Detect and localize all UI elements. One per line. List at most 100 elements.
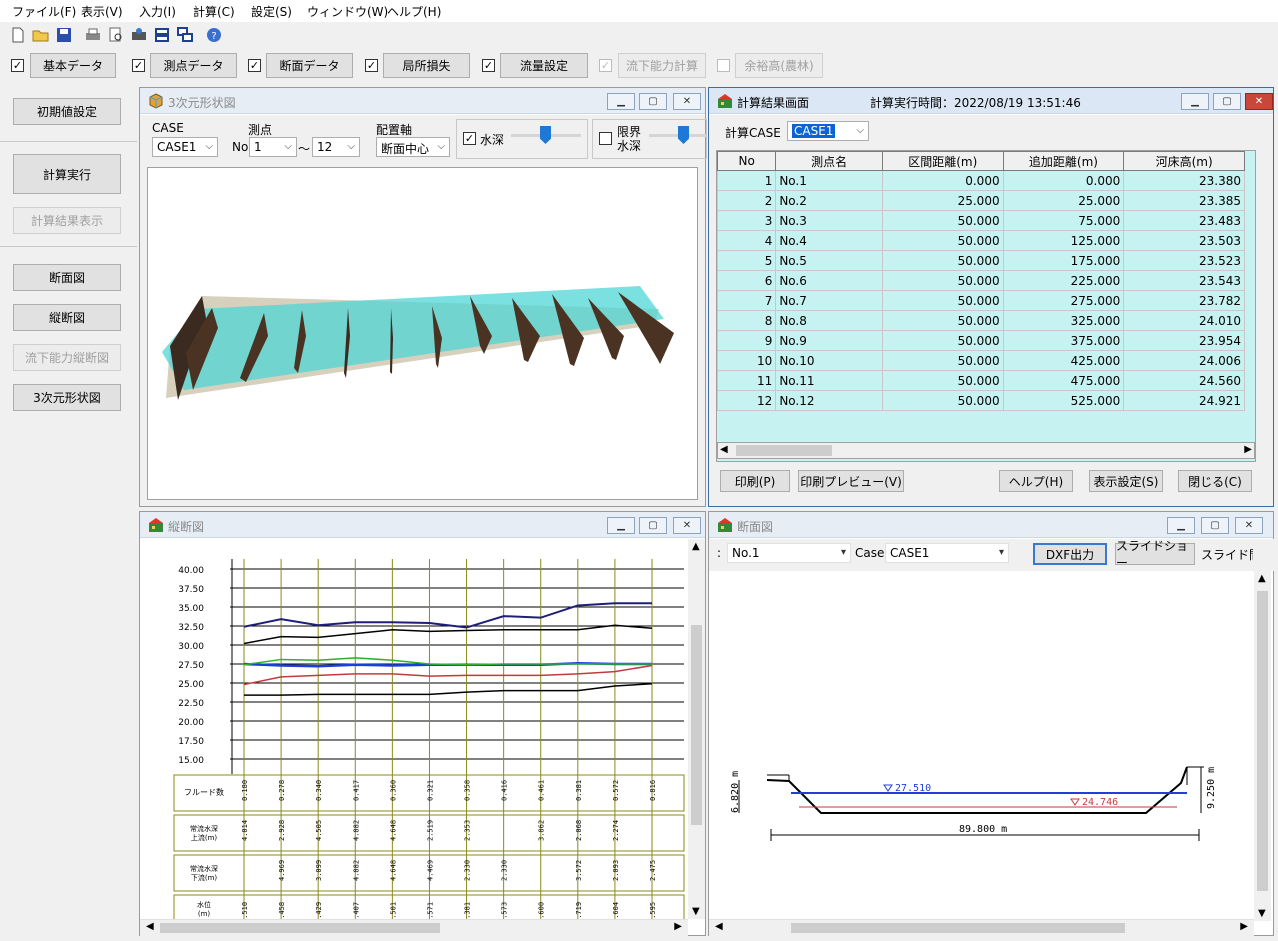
cell-bed-height[interactable]: 24.921: [1123, 390, 1245, 411]
results-hscrollbar[interactable]: ◀ ▶: [717, 442, 1255, 459]
depth-slider-thumb[interactable]: [540, 126, 551, 144]
step-sections-button[interactable]: 断面データ: [266, 53, 353, 78]
depth-checkbox[interactable]: ✓: [463, 132, 476, 145]
scroll-thumb[interactable]: [791, 923, 1125, 933]
minimize-button[interactable]: ▁: [607, 93, 635, 110]
case-select[interactable]: CASE1 ⌵: [152, 137, 218, 157]
cell-station[interactable]: No.11: [775, 370, 883, 391]
cell-no[interactable]: 4: [717, 230, 777, 251]
step-sections-checkbox[interactable]: ✓: [248, 59, 261, 72]
cell-bed-height[interactable]: 23.954: [1123, 330, 1245, 351]
scroll-right-icon[interactable]: ▶: [674, 921, 682, 932]
minimize-button[interactable]: ▁: [1167, 517, 1195, 534]
close-button[interactable]: ✕: [673, 517, 701, 534]
scroll-down-icon[interactable]: ▼: [1258, 908, 1266, 919]
scroll-thumb[interactable]: [1257, 591, 1268, 891]
scroll-right-icon[interactable]: ▶: [1240, 921, 1248, 932]
print-icon[interactable]: [84, 26, 102, 44]
cell-station[interactable]: No.9: [775, 330, 883, 351]
cell-bed-height[interactable]: 23.523: [1123, 250, 1245, 271]
col-no[interactable]: No: [717, 151, 777, 171]
scroll-up-icon[interactable]: ▲: [1258, 573, 1266, 584]
longi-vscrollbar[interactable]: ▲ ▼: [688, 539, 705, 919]
table-row[interactable]: 7 No.7 50.000 275.000 23.782: [717, 290, 1245, 311]
cell-cumulative[interactable]: 175.000: [1002, 250, 1125, 271]
col-station[interactable]: 測点名: [775, 151, 883, 171]
window-results-titlebar[interactable]: 計算結果画面 計算実行時間：2022/08/19 13:51:46 ▁ ▢ ✕: [709, 88, 1273, 114]
display-settings-button[interactable]: 表示設定(S): [1089, 470, 1163, 492]
cell-no[interactable]: 8: [717, 310, 777, 331]
menu-window[interactable]: ウィンドウ(W): [307, 3, 388, 20]
maximize-button[interactable]: ▢: [639, 517, 667, 534]
cell-bed-height[interactable]: 23.503: [1123, 230, 1245, 251]
help-icon[interactable]: ?: [205, 26, 223, 44]
window-3d-titlebar[interactable]: 3次元形状図 ▁ ▢ ✕: [140, 88, 705, 114]
table-row[interactable]: 2 No.2 25.000 25.000 23.385: [717, 190, 1245, 211]
maximize-button[interactable]: ▢: [639, 93, 667, 110]
cell-no[interactable]: 7: [717, 290, 777, 311]
longitudinal-chart[interactable]: 40.00 37.50 35.00 32.50 30.00 27.50 25.00 22.50…: [140, 539, 690, 919]
printer-setup-icon[interactable]: [130, 26, 148, 44]
cell-interval[interactable]: 50.000: [881, 330, 1004, 351]
cell-cumulative[interactable]: 225.000: [1002, 270, 1125, 291]
menu-input[interactable]: 入力(I): [139, 3, 176, 20]
table-row[interactable]: 3 No.3 50.000 75.000 23.483: [717, 210, 1245, 231]
cell-cumulative[interactable]: 325.000: [1002, 310, 1125, 331]
cell-station[interactable]: No.7: [775, 290, 883, 311]
limit-depth-checkbox[interactable]: [599, 132, 612, 145]
cell-interval[interactable]: 50.000: [881, 310, 1004, 331]
table-row[interactable]: 9 No.9 50.000 375.000 23.954: [717, 330, 1245, 351]
cell-interval[interactable]: 50.000: [881, 370, 1004, 391]
cell-interval[interactable]: 50.000: [881, 230, 1004, 251]
table-row[interactable]: 11 No.11 50.000 475.000 24.560: [717, 370, 1245, 391]
cell-interval[interactable]: 50.000: [881, 390, 1004, 411]
results-table[interactable]: No 測点名 区間距離(m) 追加距離(m) 河床高(m) 1 No.1 0.000…: [717, 151, 1245, 411]
cell-station[interactable]: No.12: [775, 390, 883, 411]
cell-cumulative[interactable]: 25.000: [1002, 190, 1125, 211]
step-flow-button[interactable]: 流量設定: [500, 53, 588, 78]
cell-cumulative[interactable]: 0.000: [1002, 170, 1125, 191]
view-3d-canvas[interactable]: [147, 167, 698, 500]
menu-file[interactable]: ファイル(F): [12, 3, 76, 20]
help-button[interactable]: ヘルプ(H): [999, 470, 1073, 492]
cell-station[interactable]: No.10: [775, 350, 883, 371]
scroll-up-icon[interactable]: ▲: [692, 541, 700, 552]
cell-interval[interactable]: 50.000: [881, 350, 1004, 371]
dxf-export-button[interactable]: DXF出力: [1033, 543, 1107, 565]
cell-no[interactable]: 3: [717, 210, 777, 231]
cell-station[interactable]: No.5: [775, 250, 883, 271]
scroll-thumb[interactable]: [691, 625, 702, 825]
cross-case-select[interactable]: CASE1 ▾: [885, 543, 1009, 563]
cell-no[interactable]: 12: [717, 390, 777, 411]
step-basic-checkbox[interactable]: ✓: [11, 59, 24, 72]
tile-horizontal-icon[interactable]: [153, 26, 171, 44]
limit-slider-thumb[interactable]: [678, 126, 689, 144]
menu-view[interactable]: 表示(V): [81, 3, 123, 20]
cell-station[interactable]: No.8: [775, 310, 883, 331]
cell-interval[interactable]: 50.000: [881, 290, 1004, 311]
station-to-select[interactable]: 12 ⌵: [312, 137, 360, 157]
maximize-button[interactable]: ▢: [1213, 93, 1241, 110]
station-from-select[interactable]: 1 ⌵: [249, 137, 297, 157]
step-basic-button[interactable]: 基本データ: [30, 53, 116, 78]
close-results-button[interactable]: 閉じる(C): [1178, 470, 1252, 492]
table-row[interactable]: 5 No.5 50.000 175.000 23.523: [717, 250, 1245, 271]
cell-no[interactable]: 2: [717, 190, 777, 211]
cell-interval[interactable]: 50.000: [881, 210, 1004, 231]
cell-interval[interactable]: 50.000: [881, 270, 1004, 291]
cell-no[interactable]: 5: [717, 250, 777, 271]
cell-cumulative[interactable]: 125.000: [1002, 230, 1125, 251]
window-cross-titlebar[interactable]: 断面図 ▁ ▢ ✕: [709, 512, 1273, 538]
cell-bed-height[interactable]: 23.380: [1123, 170, 1245, 191]
window-longitudinal-titlebar[interactable]: 縦断図 ▁ ▢ ✕: [140, 512, 705, 538]
save-icon[interactable]: [55, 26, 73, 44]
minimize-button[interactable]: ▁: [1181, 93, 1209, 110]
table-row[interactable]: 1 No.1 0.000 0.000 23.380: [717, 170, 1245, 191]
new-icon[interactable]: [9, 26, 27, 44]
cell-cumulative[interactable]: 375.000: [1002, 330, 1125, 351]
menu-settings[interactable]: 設定(S): [251, 3, 292, 20]
cell-no[interactable]: 10: [717, 350, 777, 371]
cell-bed-height[interactable]: 23.543: [1123, 270, 1245, 291]
table-row[interactable]: 10 No.10 50.000 425.000 24.006: [717, 350, 1245, 371]
minimize-button[interactable]: ▁: [607, 517, 635, 534]
